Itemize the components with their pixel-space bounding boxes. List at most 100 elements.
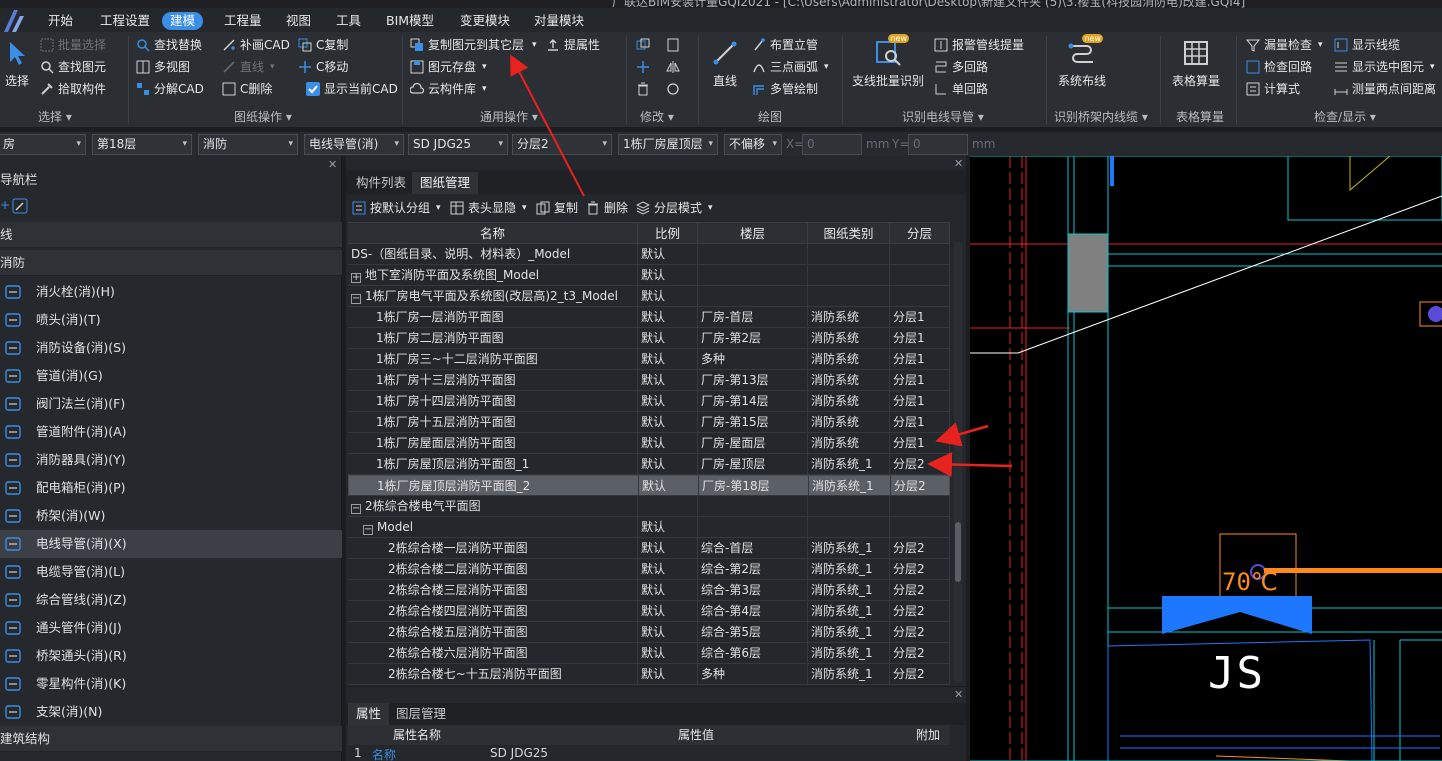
nav-item-hydrant[interactable]: 消火栓(消)(H) bbox=[0, 278, 342, 306]
menu-quantity[interactable]: 工程量 bbox=[224, 12, 262, 30]
nav-item-cable-conduit[interactable]: 电缆导管(消)(L) bbox=[0, 558, 342, 586]
delete-drawing-button[interactable]: 删除 bbox=[586, 198, 628, 218]
nav-category-fire[interactable]: 消防 bbox=[0, 250, 342, 276]
find-replace-button[interactable]: 查找替换 bbox=[136, 35, 202, 55]
nav-item-pipe[interactable]: 管道(消)(G) bbox=[0, 362, 342, 390]
group-check-display-dropdown[interactable]: 检查/显示 ▾ bbox=[1314, 108, 1376, 126]
nav-item-tray-fitting[interactable]: 桥架通头(消)(R) bbox=[0, 642, 342, 670]
table-row[interactable]: 2栋综合楼二层消防平面图 默认 综合-第2层 消防系统_1 分层2 bbox=[348, 559, 950, 580]
group-by-default-dropdown[interactable]: 按默认分组 ▾ bbox=[352, 198, 441, 218]
save-element-button[interactable]: 图元存盘 ▾ bbox=[410, 57, 487, 77]
table-row[interactable]: + 地下室消防平面及系统图_Model 默认 bbox=[348, 265, 950, 286]
nav-item-fire-appliance[interactable]: 消防器具(消)(Y) bbox=[0, 446, 342, 474]
menu-compare-module[interactable]: 对量模块 bbox=[534, 12, 584, 30]
col-header-floor[interactable]: 楼层 bbox=[698, 223, 808, 244]
category-select[interactable]: 电线导管(消) ▾ bbox=[304, 134, 404, 155]
show-current-cad-checkbox[interactable]: 显示当前CAD bbox=[306, 79, 398, 99]
table-row[interactable]: 2栋综合楼六层消防平面图 默认 综合-第6层 消防系统_1 分层2 bbox=[348, 643, 950, 664]
type-select[interactable]: SD JDG25 ▾ bbox=[408, 134, 508, 155]
table-scrollbar[interactable] bbox=[954, 242, 962, 682]
cad-delete-button[interactable]: C删除 bbox=[222, 79, 272, 99]
modify-mirror-doc-icon[interactable] bbox=[666, 35, 684, 55]
nav-category-building-structure[interactable]: 建筑结构 bbox=[0, 726, 342, 752]
table-row[interactable]: −2栋综合楼电气平面图 bbox=[348, 496, 950, 517]
select-button[interactable]: 选择 bbox=[2, 38, 32, 89]
alarm-pipeline-extract-button[interactable]: 报警管线提量 bbox=[934, 35, 1024, 55]
table-row[interactable]: 2栋综合楼五层消防平面图 默认 综合-第5层 消防系统_1 分层2 bbox=[348, 622, 950, 643]
nav-item-distribution-box[interactable]: 配电箱柜(消)(P) bbox=[0, 474, 342, 502]
cloud-library-button[interactable]: 云构件库 ▾ bbox=[410, 79, 487, 99]
prop-close-icon[interactable]: ✕ bbox=[954, 688, 963, 701]
table-row[interactable]: 2栋综合楼三层消防平面图 默认 综合-第3层 消防系统_1 分层2 bbox=[348, 580, 950, 601]
table-quantity-button[interactable]: 表格算量 bbox=[1172, 38, 1220, 89]
specialty-select[interactable]: 消防 ▾ bbox=[198, 134, 298, 155]
collapse-icon[interactable]: − bbox=[363, 525, 373, 535]
col-header-name[interactable]: 名称 bbox=[348, 223, 638, 244]
menu-start[interactable]: 开始 bbox=[48, 12, 73, 30]
nav-item-sprinkler[interactable]: 喷头(消)(T) bbox=[0, 306, 342, 334]
copy-element-to-other-layer-button[interactable]: 复制图元到其它层 ▾ bbox=[410, 35, 537, 55]
multi-circuit-button[interactable]: 多回路 bbox=[934, 57, 988, 77]
header-toggle-dropdown[interactable]: 表头显隐 ▾ bbox=[450, 198, 527, 218]
multi-view-button[interactable]: 多视图 bbox=[136, 57, 190, 77]
modify-move-icon[interactable] bbox=[636, 57, 654, 77]
nav-item-wire-conduit[interactable]: 电线导管(消)(X) bbox=[0, 530, 342, 558]
pick-component-button[interactable]: 拾取构件 bbox=[40, 79, 106, 99]
modify-mirror-icon[interactable] bbox=[666, 57, 684, 77]
extract-attribute-button[interactable]: 提属性 bbox=[546, 35, 600, 55]
expand-icon[interactable]: + bbox=[351, 273, 361, 283]
scrollbar-thumb[interactable] bbox=[955, 522, 961, 582]
draw-line-button[interactable]: 直线 bbox=[710, 38, 740, 89]
nav-category-wire[interactable]: 线 bbox=[0, 222, 342, 248]
cad-viewport[interactable]: 70℃ JS bbox=[970, 156, 1442, 761]
formula-button[interactable]: 计算式 bbox=[1246, 79, 1300, 99]
group-general-ops-dropdown[interactable]: 通用操作 ▾ bbox=[480, 108, 538, 126]
x-input[interactable]: 0 bbox=[802, 134, 862, 155]
cad-copy-button[interactable]: C复制 bbox=[298, 35, 348, 55]
nav-item-bracket[interactable]: 支架(消)(N) bbox=[0, 698, 342, 726]
group-drawing-ops-dropdown[interactable]: 图纸操作 ▾ bbox=[234, 108, 292, 126]
collapse-icon[interactable]: − bbox=[351, 504, 361, 514]
nav-add-icon[interactable]: + bbox=[0, 198, 10, 212]
single-circuit-button[interactable]: 单回路 bbox=[934, 79, 988, 99]
table-row[interactable]: − Model 默认 bbox=[348, 517, 950, 538]
table-row[interactable]: 1栋厂房二层消防平面图 默认 厂房-第2层 消防系统 分层1 bbox=[348, 328, 950, 349]
tab-layer-management[interactable]: 图层管理 bbox=[388, 703, 454, 725]
nav-item-cable-tray[interactable]: 桥架(消)(W) bbox=[0, 502, 342, 530]
nav-item-fitting[interactable]: 通头管件(消)(J) bbox=[0, 614, 342, 642]
check-circuit-button[interactable]: 检查回路 bbox=[1246, 57, 1312, 77]
floor-select[interactable]: 第18层 ▾ bbox=[92, 134, 192, 155]
table-row[interactable]: 2栋综合楼七~十五层消防平面图 默认 多种 消防系统_1 分层2 bbox=[348, 664, 950, 685]
table-row[interactable]: DS-（图纸目录、说明、材料表）_Model 默认 bbox=[348, 244, 950, 265]
table-row[interactable]: 1栋厂房十五层消防平面图 默认 厂房-第15层 消防系统 分层1 bbox=[348, 412, 950, 433]
tab-drawing-management[interactable]: 图纸管理 bbox=[412, 172, 479, 194]
nav-item-misc-component[interactable]: 零星构件(消)(K) bbox=[0, 670, 342, 698]
layer-select[interactable]: 分层2 ▾ bbox=[512, 134, 612, 155]
group-identify-wire-dropdown[interactable]: 识别电线导管 ▾ bbox=[902, 108, 984, 126]
modify-rotate-icon[interactable] bbox=[666, 79, 684, 99]
menu-modeling[interactable]: 建模 bbox=[162, 12, 204, 30]
nav-item-valve-flange[interactable]: 阀门法兰(消)(F) bbox=[0, 390, 342, 418]
measure-distance-button[interactable]: 测量两点间距离 bbox=[1334, 79, 1436, 99]
tab-component-list[interactable]: 构件列表 bbox=[348, 172, 414, 194]
show-cables-button[interactable]: 显示线缆 bbox=[1334, 35, 1400, 55]
nav-item-fire-equipment[interactable]: 消防设备(消)(S) bbox=[0, 334, 342, 362]
group-modify-dropdown[interactable]: 修改 ▾ bbox=[640, 108, 674, 126]
tab-properties[interactable]: 属性 bbox=[348, 703, 390, 725]
y-input[interactable]: 0 bbox=[908, 134, 968, 155]
group-select-dropdown[interactable]: 选择 ▾ bbox=[38, 108, 72, 126]
drawing-select[interactable]: 1栋厂房屋顶层 ▾ bbox=[618, 134, 718, 155]
table-row[interactable]: 1栋厂房屋顶层消防平面图_1 默认 厂房-屋顶层 消防系统_1 分层2 bbox=[348, 454, 950, 475]
find-element-button[interactable]: 查找图元 bbox=[40, 57, 106, 77]
system-wiring-button[interactable]: new 系统布线 bbox=[1058, 34, 1106, 89]
col-header-scale[interactable]: 比例 bbox=[638, 223, 698, 244]
table-row[interactable]: 2栋综合楼一层消防平面图 默认 综合-首层 消防系统_1 分层2 bbox=[348, 538, 950, 559]
copy-drawing-button[interactable]: 复制 bbox=[536, 198, 578, 218]
layer-mode-dropdown[interactable]: 分层模式 ▾ bbox=[636, 198, 713, 218]
building-select[interactable]: 房 ▾ bbox=[0, 134, 86, 155]
panel-close-icon[interactable]: ✕ bbox=[954, 157, 963, 170]
nav-edit-icon[interactable] bbox=[12, 198, 28, 214]
table-row[interactable]: 1栋厂房十四层消防平面图 默认 厂房-第14层 消防系统 分层1 bbox=[348, 391, 950, 412]
table-row[interactable]: −1栋厂房电气平面及系统图(改层高)2_t3_Model 默认 bbox=[348, 286, 950, 307]
table-row[interactable]: 1栋厂房三~十二层消防平面图 默认 多种 消防系统 分层1 bbox=[348, 349, 950, 370]
